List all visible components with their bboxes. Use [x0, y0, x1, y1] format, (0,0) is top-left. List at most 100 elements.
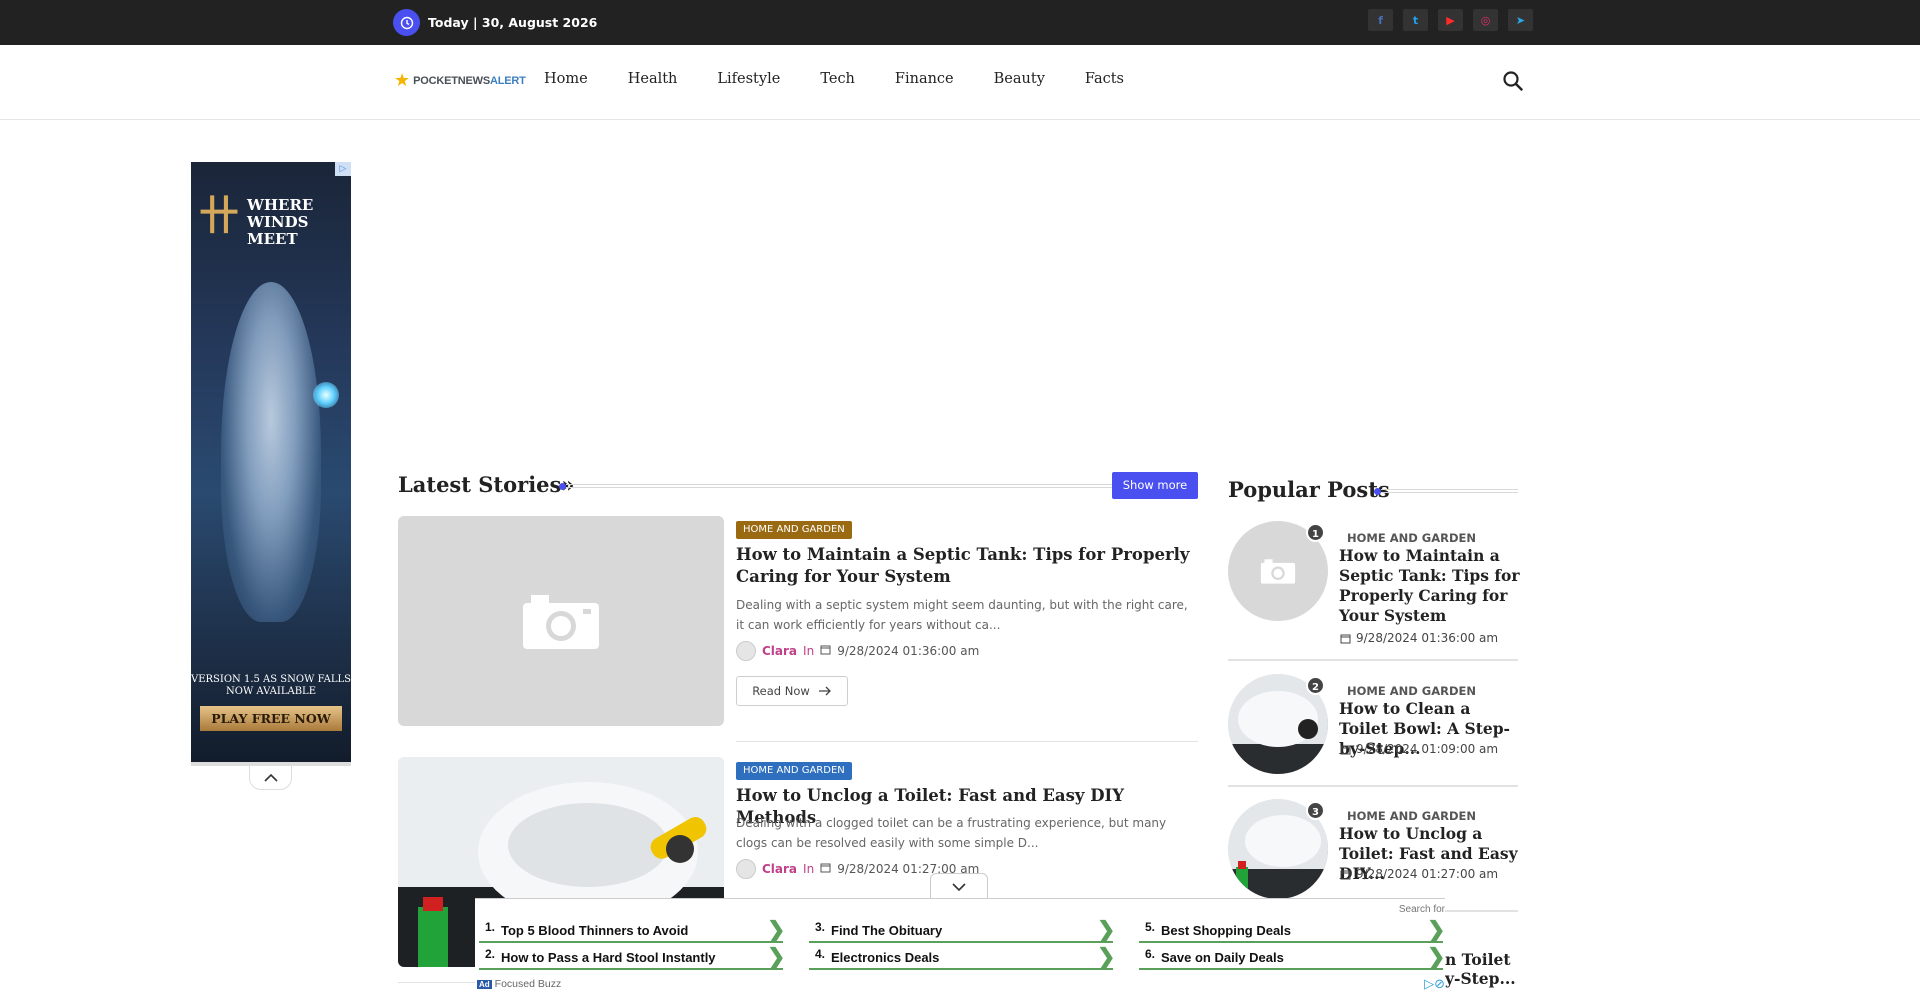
calendar-icon — [820, 862, 831, 876]
ad-item-number: 5. — [1145, 920, 1156, 934]
nav-item-tech[interactable]: Tech — [820, 71, 855, 87]
ad-close-tab[interactable] — [930, 873, 988, 899]
ad-item-text: Top 5 Blood Thinners to Avoid — [501, 922, 689, 938]
nav-item-finance[interactable]: Finance — [895, 71, 954, 87]
rank-badge: 3 — [1306, 801, 1325, 820]
ad-game-title: WHERE WINDS MEET — [247, 196, 314, 248]
popular-category[interactable]: HOME AND GARDEN — [1347, 684, 1476, 698]
section-line — [566, 484, 1112, 488]
ad-choices-icon[interactable]: ▷⊘ — [1424, 977, 1445, 992]
nav-item-facts[interactable]: Facts — [1085, 71, 1124, 87]
chevron-up-icon — [263, 773, 278, 782]
ad-brand[interactable]: Focused Buzz — [495, 978, 562, 990]
ad-item-text: Find The Obituary — [831, 922, 943, 938]
author-avatar — [736, 641, 756, 661]
show-more-button[interactable]: Show more — [1112, 472, 1198, 499]
chevron-right-icon: ❯ — [1097, 944, 1116, 969]
category-tag[interactable]: HOME AND GARDEN — [736, 521, 852, 539]
search-icon[interactable] — [1501, 69, 1525, 93]
facebook-icon[interactable]: f — [1368, 9, 1393, 31]
instagram-icon[interactable]: ◎ — [1473, 9, 1498, 31]
read-now-button[interactable]: Read Now — [736, 676, 848, 706]
story-excerpt: Dealing with a clogged toilet can be a f… — [736, 816, 1167, 850]
site-header: ★ POCKETNEWSALERT Home Health Lifestyle … — [0, 45, 1920, 120]
popular-date-text: 9/28/2024 01:36:00 am — [1356, 631, 1499, 645]
popular-title[interactable]: How to Maintain a Septic Tank: Tips for … — [1339, 546, 1521, 626]
search-for-label: Search for — [1398, 904, 1445, 915]
nav-item-health[interactable]: Health — [628, 71, 678, 87]
date-display: Today | 30, August 2026 — [393, 9, 597, 36]
author-name[interactable]: Clara — [762, 644, 797, 658]
nav-item-home[interactable]: Home — [544, 71, 588, 87]
popular-post[interactable]: 1 HOME AND GARDEN How to Maintain a Sept… — [1228, 521, 1521, 651]
popular-post[interactable]: 3 HOME AND GARDEN How to Unclog a Toilet… — [1228, 799, 1518, 909]
telegram-glyph: ➤ — [1515, 13, 1526, 27]
ad-item-text: Save on Daily Deals — [1161, 949, 1284, 965]
section-line — [1381, 489, 1518, 493]
twitter-icon[interactable]: t — [1403, 9, 1428, 31]
story-date: 9/28/2024 01:36:00 am — [837, 644, 980, 658]
category-tag[interactable]: HOME AND GARDEN — [736, 762, 852, 780]
popular-date: 9/28/2024 01:09:00 am — [1340, 742, 1498, 756]
popular-divider — [1228, 659, 1518, 661]
popular-date-text: 9/28/2024 01:27:00 am — [1356, 867, 1499, 881]
main-nav: Home Health Lifestyle Tech Finance Beaut… — [544, 71, 1124, 87]
twitter-glyph: t — [1412, 13, 1419, 27]
popular-date-text: 9/28/2024 01:09:00 am — [1356, 742, 1499, 756]
date-text: Today | 30, August 2026 — [428, 15, 598, 30]
popular-divider — [1228, 785, 1518, 787]
top-bar: Today | 30, August 2026 f t ▶ ◎ ➤ — [0, 0, 1920, 45]
ad-item-text: Best Shopping Deals — [1161, 922, 1292, 938]
site-logo[interactable]: ★ POCKETNEWSALERT — [394, 72, 526, 90]
calendar-icon — [1340, 745, 1351, 754]
ad-search-link[interactable]: 3. Find The Obituary ❯ — [809, 917, 1116, 943]
ad-search-link[interactable]: 5. Best Shopping Deals ❯ — [1139, 917, 1445, 943]
ad-search-link[interactable]: 2. How to Pass a Hard Stool Instantly ❯ — [479, 944, 786, 970]
ad-item-number: 4. — [815, 947, 826, 961]
ad-item-number: 6. — [1145, 947, 1156, 961]
logo-text: POCKETNEWSALERT — [413, 75, 526, 87]
ad-search-link[interactable]: 6. Save on Daily Deals ❯ — [1139, 944, 1445, 970]
author-name[interactable]: Clara — [762, 862, 797, 876]
popular-date: 9/28/2024 01:36:00 am — [1340, 631, 1498, 645]
story-title[interactable]: How to Maintain a Septic Tank: Tips for … — [736, 544, 1196, 588]
ad-search-link[interactable]: 4. Electronics Deals ❯ — [809, 944, 1116, 970]
popular-title-partial[interactable]: y-Step... — [1445, 969, 1516, 988]
calendar-icon — [1340, 870, 1351, 879]
latest-stories-heading: Latest Stories» — [398, 472, 575, 497]
chevron-right-icon: ❯ — [767, 944, 786, 969]
ad-collapse-button[interactable] — [249, 766, 292, 790]
left-sidebar-ad[interactable]: ▷ 卄 WHERE WINDS MEET VERSION 1.5 AS SNOW… — [191, 162, 351, 762]
story-meta: Clara In 9/28/2024 01:36:00 am — [736, 641, 979, 661]
star-icon: ★ — [394, 70, 411, 91]
ad-search-link[interactable]: 1. Top 5 Blood Thinners to Avoid ❯ — [479, 917, 786, 943]
ad-play-button[interactable]: PLAY FREE NOW — [200, 706, 342, 731]
ad-badge: Ad — [477, 979, 492, 989]
popular-posts-heading: Popular Posts — [1228, 477, 1390, 502]
ad-item-number: 1. — [485, 920, 496, 934]
calendar-icon — [1340, 634, 1351, 643]
rank-badge: 1 — [1306, 523, 1325, 542]
chevron-down-icon — [952, 882, 966, 891]
popular-category[interactable]: HOME AND GARDEN — [1347, 531, 1476, 545]
section-dot — [1374, 488, 1381, 495]
popular-post[interactable]: 2 HOME AND GARDEN How to Clean a Toilet … — [1228, 674, 1518, 784]
ad-item-text: Electronics Deals — [831, 949, 940, 965]
ad-glow-orb — [313, 382, 339, 408]
youtube-icon[interactable]: ▶ — [1438, 9, 1463, 31]
story-excerpt: Dealing with a septic system might seem … — [736, 598, 1188, 632]
ad-footer: Ad Focused Buzz — [477, 978, 561, 990]
facebook-glyph: f — [1378, 13, 1383, 27]
chevron-right-icon: ❯ — [767, 917, 786, 942]
nav-item-lifestyle[interactable]: Lifestyle — [717, 71, 780, 87]
telegram-icon[interactable]: ➤ — [1508, 9, 1533, 31]
calendar-icon — [820, 644, 831, 658]
chevron-right-icon: ❯ — [1097, 917, 1116, 942]
clock-icon — [393, 9, 420, 36]
arrow-right-icon — [818, 686, 831, 696]
nav-item-beauty[interactable]: Beauty — [994, 71, 1045, 87]
ad-choices-icon[interactable]: ▷ — [335, 162, 351, 176]
story-thumbnail[interactable] — [398, 516, 724, 726]
popular-category[interactable]: HOME AND GARDEN — [1347, 809, 1476, 823]
popular-title-partial[interactable]: n Toilet — [1445, 950, 1511, 969]
